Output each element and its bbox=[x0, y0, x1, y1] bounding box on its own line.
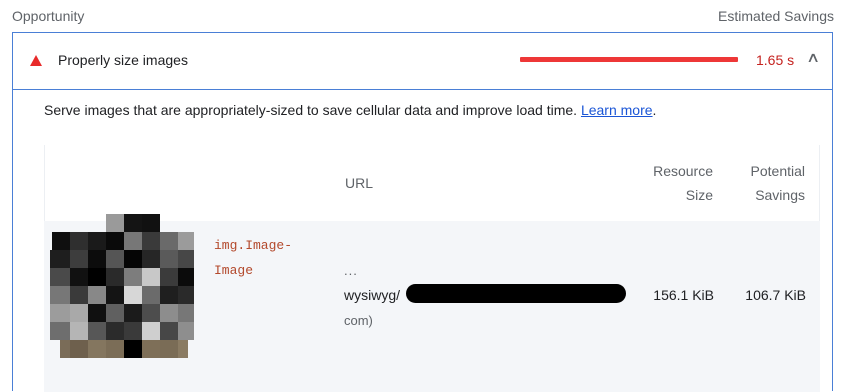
description-text: Serve images that are appropriately-size… bbox=[44, 102, 578, 118]
list-header: Opportunity Estimated Savings bbox=[0, 0, 853, 32]
estimated-savings-heading: Estimated Savings bbox=[718, 8, 834, 24]
savings-value: 1.65 s bbox=[756, 52, 795, 68]
url-link[interactable]: wysiwyg/ bbox=[344, 287, 400, 303]
potential-savings-header-line2: Savings bbox=[755, 187, 805, 203]
image-thumbnail bbox=[50, 214, 194, 358]
url-host: com) bbox=[344, 313, 373, 328]
warning-triangle-icon bbox=[30, 55, 42, 66]
audit-panel: Properly size images 1.65 s ∧ Serve imag… bbox=[12, 32, 833, 392]
potential-savings-header-line1: Potential bbox=[750, 163, 805, 179]
url-ellipsis: ... bbox=[344, 263, 358, 278]
node-selector-line2: Image bbox=[214, 263, 254, 278]
savings-bar bbox=[520, 57, 738, 62]
potential-savings-value: 106.7 KiB bbox=[745, 287, 806, 303]
audit-description: Serve images that are appropriately-size… bbox=[44, 102, 656, 118]
resource-size-value: 156.1 KiB bbox=[653, 287, 714, 303]
node-selector-line1: img.Image- bbox=[214, 238, 293, 253]
resource-size-header-line1: Resource bbox=[653, 163, 713, 179]
table-row: img.Image- Image ... wysiwyg/ com) 156.1… bbox=[44, 214, 820, 392]
table-header: URL Resource Size Potential Savings bbox=[44, 145, 820, 221]
url-column-header: URL bbox=[345, 175, 374, 191]
resource-size-header-line2: Size bbox=[685, 187, 713, 203]
url-redaction bbox=[406, 284, 626, 303]
learn-more-link[interactable]: Learn more bbox=[581, 102, 653, 118]
chevron-up-icon[interactable]: ∧ bbox=[806, 49, 820, 66]
node-selector: img.Image- Image bbox=[214, 233, 292, 283]
details-table: URL Resource Size Potential Savings img.… bbox=[44, 145, 820, 392]
audit-title: Properly size images bbox=[58, 52, 188, 68]
description-period: . bbox=[652, 102, 657, 118]
audit-header[interactable]: Properly size images 1.65 s ∧ bbox=[13, 33, 832, 90]
opportunity-heading: Opportunity bbox=[12, 8, 85, 24]
